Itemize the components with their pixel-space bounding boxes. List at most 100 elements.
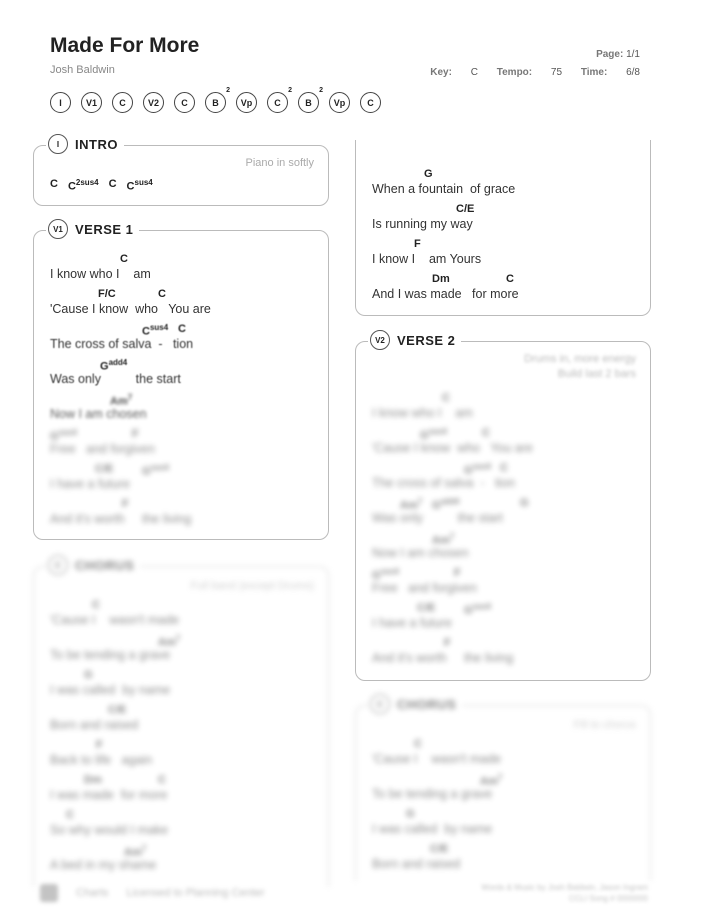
lyric-text: I was made for more: [50, 788, 168, 802]
chord: C: [108, 178, 117, 190]
chord: F: [122, 498, 129, 510]
key-tempo-time: Key: C Tempo: 75 Time: 6/8: [414, 64, 640, 82]
section-badge[interactable]: C: [48, 555, 68, 575]
intro-section: I INTRO Piano in softly C C2sus4 C Csus4: [33, 134, 329, 206]
nav-pill-c[interactable]: C: [360, 92, 381, 113]
lyric-text: Now I am chosen: [50, 407, 147, 421]
footer-tagline: Licensed to Planning Center: [126, 887, 265, 899]
section-header: C CHORUS: [46, 555, 141, 575]
verse-2-section: V2 VERSE 2 Drums in, more energy Build l…: [355, 330, 651, 681]
lyric-text: The cross of salva - tion: [372, 476, 516, 490]
lyric-text: 'Cause I wasn't made: [50, 613, 180, 627]
lyric-text: The cross of salva - tion: [50, 337, 194, 351]
section-badge[interactable]: V1: [48, 219, 68, 239]
chord: Gadd4: [100, 358, 128, 373]
chord: G: [520, 497, 529, 509]
lyric-text: Is running my way: [372, 217, 473, 231]
nav-pill-c[interactable]: C2: [267, 87, 292, 113]
page-value: 1/1: [626, 49, 640, 60]
chord: C: [92, 599, 100, 611]
lyric-text: 'Cause I wasn't made: [372, 752, 502, 766]
chord: Dm: [84, 774, 102, 786]
lyric-text: And it's worth the living: [372, 651, 514, 665]
lyric-text: Was only the start: [50, 372, 181, 386]
nav-pill-i[interactable]: I: [50, 92, 71, 113]
chord: Am7: [400, 497, 423, 512]
chord: C: [482, 427, 490, 439]
chord: C/E: [430, 843, 449, 855]
lyric-text: 'Cause I know who You are: [50, 302, 211, 316]
intro-chords: C C2sus4 C Csus4: [50, 178, 153, 193]
chord: C: [158, 774, 166, 786]
lyric-text: I know who I am: [372, 406, 473, 420]
nav-pill-c[interactable]: C: [174, 92, 195, 113]
chord: C: [120, 253, 128, 265]
nav-pill-vp[interactable]: Vp: [329, 92, 350, 113]
lyric-text: And I was made for more: [372, 287, 519, 301]
lyric-text: Now I am chosen: [372, 546, 469, 560]
lyric-text: I have a future: [50, 477, 130, 491]
chord: Am7: [432, 532, 455, 547]
chord: C: [506, 273, 514, 285]
lyric-text: To be tending a grave: [372, 787, 493, 801]
section-badge[interactable]: I: [48, 134, 68, 154]
nav-pill-c[interactable]: C: [112, 92, 133, 113]
chord: Am7: [480, 773, 503, 788]
lyric-text: Born and raised: [372, 857, 461, 871]
lyric-text: I know who I am: [50, 267, 151, 281]
nav-pill-b[interactable]: B2: [205, 87, 230, 113]
key-info: Key: C: [430, 67, 478, 78]
lyric-text: And it's worth the living: [50, 512, 192, 526]
chord: C: [178, 323, 186, 335]
chord: Dm: [432, 273, 450, 285]
chord: Csus4: [142, 323, 169, 338]
chord: Gsus4: [50, 428, 77, 443]
chorus-section: C CHORUS Full band (except Drums) C 'Caus…: [33, 555, 329, 887]
chord: F: [132, 428, 139, 440]
chord: G: [424, 168, 433, 180]
nav-pill-v2[interactable]: V2: [143, 92, 164, 113]
chord: F/C: [98, 288, 116, 300]
chord: Am7: [110, 393, 133, 408]
lyric-text: A bed in my shame: [50, 858, 157, 872]
nav-pill-b[interactable]: B2: [298, 87, 323, 113]
nav-pill-v1[interactable]: V1: [81, 92, 102, 113]
lyric-text: Born and raised: [50, 718, 139, 732]
section-note: Full band (except Drums): [190, 580, 315, 592]
chord: C/E: [456, 203, 475, 215]
chord: C: [158, 288, 166, 300]
chord: Am7: [124, 844, 147, 859]
section-name: VERSE 2: [397, 332, 456, 348]
brand-logo-icon: [40, 884, 58, 902]
footer-credits: Words & Music by Josh Baldwin, Jason Ing…: [481, 883, 648, 903]
chord: G: [84, 669, 93, 681]
section-note: Piano in softly: [245, 157, 314, 169]
section-navigation: I V1 C V2 C B 2 Vp C 2 B 2 Vp C: [50, 87, 381, 113]
lyric-text: 'Cause I know who You are: [372, 441, 533, 455]
section-badge[interactable]: V2: [370, 330, 390, 350]
chord: Gadd4: [432, 497, 460, 512]
chord: C2sus4: [67, 178, 99, 193]
section-note: Drums in, more energy Build last 2 bars: [524, 353, 636, 380]
footer: Charts Licensed to Planning Center: [40, 884, 265, 902]
nav-pill-vp[interactable]: Vp: [236, 92, 257, 113]
footer-brand: Charts: [76, 887, 109, 899]
chord: F: [454, 567, 461, 579]
chord: Am7: [158, 634, 181, 649]
lyric-text: Back to life again: [50, 753, 153, 767]
chorus-2-section: C CHORUS Fill to chorus C 'Cause I wasn't…: [355, 694, 651, 881]
song-title: Made For More: [50, 34, 200, 57]
chord: Csus4: [126, 178, 153, 193]
section-header: C CHORUS: [368, 694, 463, 714]
chord: Gsus4: [142, 463, 169, 478]
lyric-text: I know I am Yours: [372, 252, 482, 266]
lyric-text: So why would I make: [50, 823, 169, 837]
chord: G: [406, 808, 415, 820]
chord: C: [442, 392, 450, 404]
chord: F: [444, 637, 451, 649]
chord: C: [66, 809, 74, 821]
section-name: INTRO: [75, 136, 118, 152]
section-badge[interactable]: C: [370, 694, 390, 714]
chord: Gsus4: [464, 602, 491, 617]
tempo-info: Tempo: 75: [496, 67, 563, 78]
